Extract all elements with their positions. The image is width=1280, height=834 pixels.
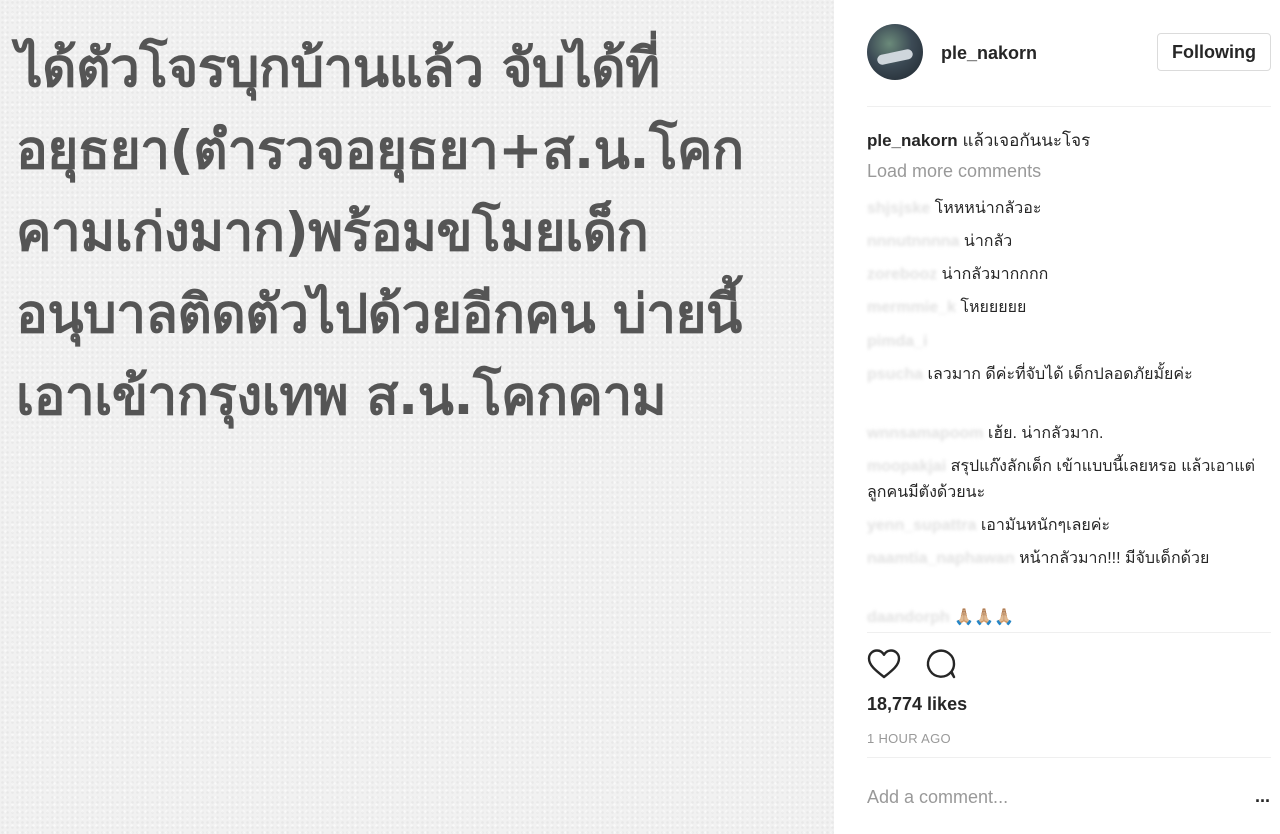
comment-text: เลวมาก ดีค่ะที่จับได้ เด็กปลอดภัยมั้ยค่ะ [927, 366, 1193, 383]
comment-username[interactable]: psucha [867, 366, 923, 383]
comment-username[interactable]: shjsjske [867, 200, 930, 217]
header-divider [867, 106, 1271, 107]
comment-text: 🙏🏼🙏🏼🙏🏼 [954, 609, 1014, 626]
comments-divider [867, 632, 1271, 633]
comment-item: mermmie_k โหยยยยย [867, 295, 1257, 321]
comment-text: น่ากลัวมากกกก [941, 266, 1049, 283]
comment-text: เฮ้ย. น่ากลัวมาก. [987, 425, 1104, 442]
comment-item: shjsjske โหหหน่ากลัวอะ [867, 196, 1257, 222]
caption-text: แล้วเจอกันนะโจร [962, 131, 1091, 150]
likes-count[interactable]: 18,774 likes [867, 694, 967, 715]
comment-text: โหยยยยย [960, 299, 1027, 316]
add-comment-input[interactable] [867, 784, 1237, 810]
comment-username[interactable]: naamtia_naphawan [867, 550, 1015, 567]
more-options-button[interactable]: ... [1255, 786, 1270, 807]
comment-username[interactable]: nnnutnnnna [867, 233, 959, 250]
heart-icon[interactable] [867, 648, 901, 680]
comment-item: yenn_supattra เอามันหนักๆเลยค่ะ [867, 513, 1257, 539]
post-timestamp: 1 HOUR AGO [867, 731, 951, 746]
comment-text: น่ากลัว [963, 233, 1013, 250]
post-sidebar: ple_nakorn Following ple_nakorn แล้วเจอก… [834, 0, 1280, 834]
comment-username[interactable]: wnnsamapoom [867, 425, 983, 442]
comment-item: moopakjai สรุปแก๊งลักเด็ก เข้าแบบนี้เลยห… [867, 454, 1257, 506]
comment-item: pimda_i [867, 329, 1257, 355]
post-header: ple_nakorn Following [867, 24, 1271, 84]
load-more-comments-button[interactable]: Load more comments [867, 161, 1041, 182]
footer-divider [867, 757, 1271, 758]
comment-item: nnnutnnnna น่ากลัว [867, 229, 1257, 255]
caption: ple_nakorn แล้วเจอกันนะโจร [867, 127, 1271, 154]
comment-text: โหหหน่ากลัวอะ [934, 200, 1042, 217]
comment-username[interactable]: mermmie_k [867, 299, 956, 316]
comment-username[interactable]: daandorph [867, 609, 950, 626]
comment-item: naamtia_naphawan หน้ากลัวมาก!!! มีจับเด็… [867, 546, 1257, 572]
comment-username[interactable]: yenn_supattra [867, 517, 976, 534]
caption-username[interactable]: ple_nakorn [867, 131, 958, 150]
header-username[interactable]: ple_nakorn [941, 43, 1037, 64]
comment-text: หน้ากลัวมาก!!! มีจับเด็กด้วย [1019, 550, 1210, 567]
comment-text: เอามันหนักๆเลยค่ะ [980, 517, 1111, 534]
comment-item: wnnsamapoom เฮ้ย. น่ากลัวมาก. [867, 421, 1257, 447]
comment-username[interactable]: moopakjai [867, 458, 946, 475]
avatar[interactable] [867, 24, 923, 80]
comment-username[interactable]: pimda_i [867, 333, 927, 350]
comment-item: psucha เลวมาก ดีค่ะที่จับได้ เด็กปลอดภัย… [867, 362, 1257, 388]
following-button[interactable]: Following [1157, 33, 1271, 71]
comment-item: daandorph 🙏🏼🙏🏼🙏🏼 [867, 605, 1257, 631]
comment-username[interactable]: zorebooz [867, 266, 937, 283]
comment-icon[interactable] [925, 648, 957, 680]
post-image: ได้ตัวโจรบุกบ้านแล้ว จับได้ที่ อยุธยา(ตำ… [0, 0, 834, 834]
post-image-text: ได้ตัวโจรบุกบ้านแล้ว จับได้ที่ อยุธยา(ตำ… [16, 38, 744, 427]
comment-item: zorebooz น่ากลัวมากกกก [867, 262, 1257, 288]
